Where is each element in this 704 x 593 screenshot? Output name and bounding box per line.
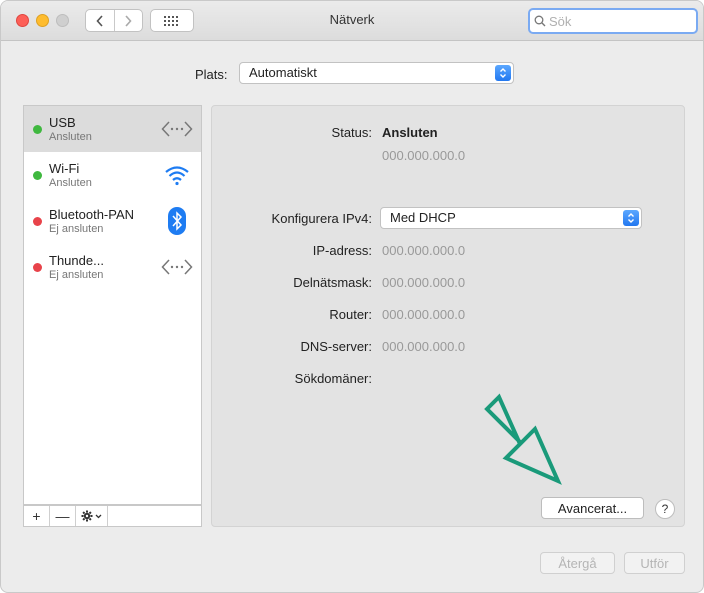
network-preferences-window: Nätverk Plats: Automatiskt USB Ansluten …: [0, 0, 704, 593]
status-dot: [33, 171, 42, 180]
updown-arrows-icon: [623, 210, 639, 226]
service-item-thunderbolt[interactable]: Thunde... Ej ansluten: [24, 244, 201, 290]
service-status: Ansluten: [49, 177, 92, 189]
service-name: Thunde...: [49, 253, 104, 268]
service-item-wifi[interactable]: Wi-Fi Ansluten: [24, 152, 201, 198]
add-service-button[interactable]: +: [24, 506, 50, 526]
status-dot: [33, 263, 42, 272]
updown-arrows-icon: [495, 65, 511, 81]
title-bar: Nätverk: [1, 1, 703, 41]
status-value: Ansluten: [382, 125, 438, 140]
service-list: USB Ansluten Wi-Fi Ansluten Bluetooth-PA…: [23, 105, 202, 505]
search-field[interactable]: [528, 8, 698, 34]
ip-address-value: 000.000.000.0: [382, 243, 466, 258]
configure-ipv4-value: Med DHCP: [390, 210, 456, 225]
service-status: Ansluten: [49, 131, 92, 143]
help-button[interactable]: ?: [655, 499, 675, 519]
configure-ipv4-select[interactable]: Med DHCP: [380, 207, 642, 229]
bluetooth-icon: [161, 207, 193, 235]
router-label: Router:: [329, 307, 372, 322]
router-value: 000.000.000.0: [382, 307, 466, 322]
ip-address-label: IP-adress:: [312, 243, 372, 258]
ethernet-icon: [161, 115, 193, 143]
configure-ipv4-label: Konfigurera IPv4:: [271, 211, 372, 226]
service-status: Ej ansluten: [49, 269, 104, 281]
gear-icon: [81, 510, 101, 522]
status-dot: [33, 125, 42, 134]
ethernet-icon: [161, 253, 193, 281]
search-domains-label: Sökdomäner:: [294, 371, 372, 386]
status-label: Status:: [331, 125, 372, 140]
service-item-bluetooth-pan[interactable]: Bluetooth-PAN Ej ansluten: [24, 198, 201, 244]
search-input[interactable]: [549, 13, 689, 29]
subnet-mask-value: 000.000.000.0: [382, 275, 466, 290]
location-label: Plats:: [195, 67, 228, 82]
annotation-arrow-icon: [484, 393, 562, 485]
advanced-button[interactable]: Avancerat...: [541, 497, 644, 519]
dns-server-value: 000.000.000.0: [382, 339, 466, 354]
service-status: Ej ansluten: [49, 223, 104, 235]
location-select[interactable]: Automatiskt: [239, 62, 514, 84]
revert-button[interactable]: Återgå: [540, 552, 615, 574]
action-menu-button[interactable]: [76, 506, 108, 526]
search-icon: [534, 15, 546, 27]
wifi-icon: [161, 161, 193, 189]
dns-server-label: DNS-server:: [300, 339, 372, 354]
remove-service-button[interactable]: —: [50, 506, 76, 526]
service-name: Bluetooth-PAN: [49, 207, 135, 222]
apply-button[interactable]: Utför: [624, 552, 685, 574]
service-name: Wi-Fi: [49, 161, 80, 176]
location-value: Automatiskt: [249, 65, 317, 80]
status-dot: [33, 217, 42, 226]
subnet-mask-label: Delnätsmask:: [293, 275, 372, 290]
status-ip-text: 000.000.000.0: [382, 148, 466, 163]
service-list-toolbar: + —: [23, 505, 202, 527]
service-name: USB: [49, 115, 76, 130]
service-item-usb[interactable]: USB Ansluten: [24, 106, 201, 152]
